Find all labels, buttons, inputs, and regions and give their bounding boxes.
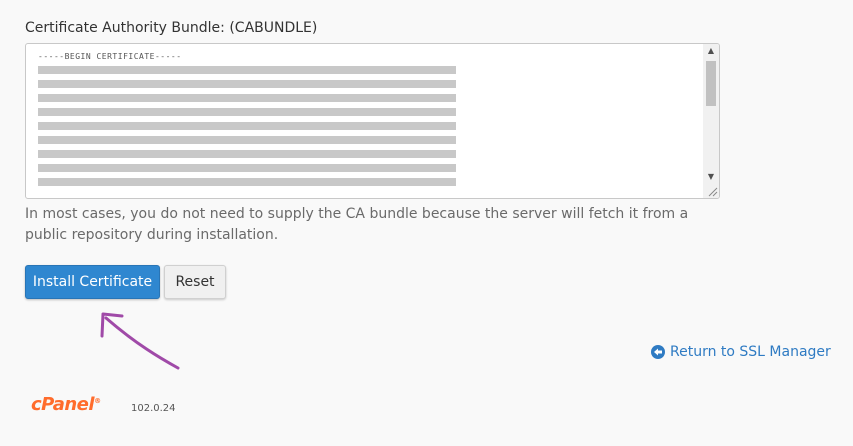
redacted-line [38, 94, 456, 102]
annotation-arrow-icon [100, 312, 180, 370]
cabundle-textarea-content: -----BEGIN CERTIFICATE----- [38, 52, 697, 198]
scroll-thumb[interactable] [706, 61, 716, 106]
circle-arrow-left-icon [651, 345, 665, 359]
triangle-down-icon[interactable]: ▼ [703, 170, 719, 184]
cpanel-logo: cPanel® [31, 394, 101, 415]
cabundle-textarea[interactable]: -----BEGIN CERTIFICATE----- ▲ ▼ [25, 43, 720, 199]
return-link-label: Return to SSL Manager [670, 344, 831, 360]
cabundle-label: Certificate Authority Bundle: (CABUNDLE) [25, 20, 318, 36]
redacted-line [38, 150, 456, 158]
triangle-up-icon[interactable]: ▲ [703, 44, 719, 58]
cpanel-logo-text: cPanel [31, 394, 95, 415]
redacted-line [38, 136, 456, 144]
resize-grip-icon[interactable] [706, 185, 718, 197]
redacted-line [38, 164, 456, 172]
return-to-ssl-manager-link[interactable]: Return to SSL Manager [651, 344, 831, 360]
install-certificate-button[interactable]: Install Certificate [25, 265, 160, 299]
redacted-line [38, 122, 456, 130]
redacted-line [38, 178, 456, 186]
textarea-scrollbar[interactable]: ▲ ▼ [703, 44, 719, 198]
reset-button[interactable]: Reset [164, 265, 226, 299]
registered-mark: ® [94, 397, 101, 405]
cabundle-help-text: In most cases, you do not need to supply… [25, 206, 689, 243]
redacted-line [38, 108, 456, 116]
redacted-line [38, 66, 456, 74]
certificate-begin-line: -----BEGIN CERTIFICATE----- [38, 52, 182, 61]
version-text: 102.0.24 [131, 403, 176, 414]
redacted-line [38, 80, 456, 88]
